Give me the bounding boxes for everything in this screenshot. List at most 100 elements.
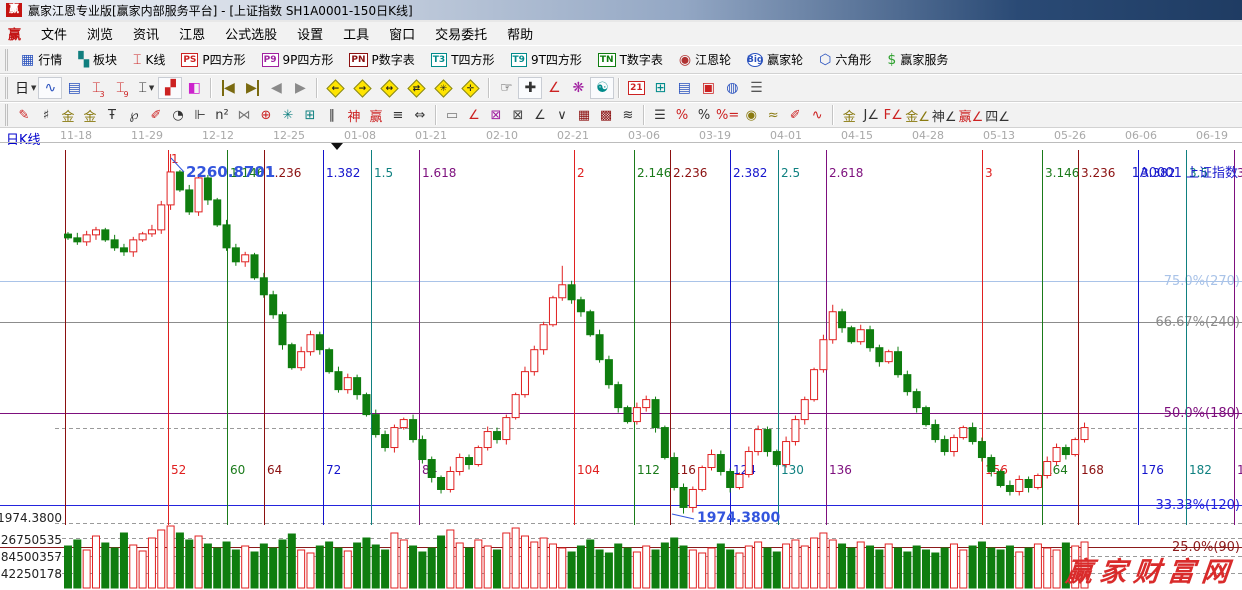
printer-button[interactable]: ☰ xyxy=(744,77,768,99)
gold-underline-tool[interactable]: 金 xyxy=(838,105,860,125)
p-square-button[interactable]: PSP四方形 xyxy=(173,51,253,68)
winner-wheel-button[interactable]: Big赢家轮 xyxy=(739,51,811,68)
gann-flower-button[interactable]: ❋ xyxy=(566,77,590,99)
toolbar-drag-handle[interactable] xyxy=(5,77,10,99)
t-square-button[interactable]: T3T四方形 xyxy=(423,51,503,68)
t9-square-button[interactable]: T99T四方形 xyxy=(503,51,590,68)
price-scale-tool[interactable]: ☰ xyxy=(649,105,671,125)
wave-range-tool[interactable]: ∿ xyxy=(806,105,828,125)
next-bar-button[interactable]: ▶ xyxy=(288,77,312,99)
angle-measure-button[interactable]: ∠ xyxy=(542,77,566,99)
last-bar-button[interactable]: ▶ xyxy=(240,77,264,99)
trend-curve-button[interactable]: ∿ xyxy=(38,77,62,99)
ruler-123-tool[interactable]: ≡ xyxy=(387,105,409,125)
first-bar-button[interactable]: ◀ xyxy=(216,77,240,99)
hexagon-button[interactable]: ⬡六角形 xyxy=(811,51,879,68)
calendar-button[interactable]: 21 xyxy=(624,77,648,99)
period-day-dropdown[interactable]: 日▼ xyxy=(13,77,38,99)
brush-measure-tool[interactable]: ✐ xyxy=(145,105,167,125)
prev-bar-button[interactable]: ◀ xyxy=(264,77,288,99)
sectors-button[interactable]: ▚板块 xyxy=(70,51,125,68)
kline-button[interactable]: ⌶K线 xyxy=(125,51,173,68)
win-tool[interactable]: 赢 xyxy=(365,105,387,125)
wave-tool-button[interactable]: ☯ xyxy=(590,77,614,99)
zoom-all-button[interactable]: ✳ xyxy=(430,77,457,99)
grid-tool[interactable]: ▦ xyxy=(573,105,595,125)
angle-lines-tool[interactable]: ∠ xyxy=(529,105,551,125)
menu-item-7[interactable]: 工具 xyxy=(333,22,379,45)
mirror-angle-tool[interactable]: ⋈ xyxy=(233,105,255,125)
f-ruler-tool[interactable]: Ŧ xyxy=(101,105,123,125)
target-circle-tool[interactable]: ⊕ xyxy=(255,105,277,125)
menu-item-6[interactable]: 设置 xyxy=(287,22,333,45)
chart-canvas[interactable]: 75.0%(270)66.67%(240)50.0%(180)33.33%(12… xyxy=(0,142,1242,590)
n-square-tool[interactable]: n² xyxy=(211,105,233,125)
shen-tool[interactable]: 神 xyxy=(343,105,365,125)
gold-ruler2-tool[interactable]: 金 xyxy=(79,105,101,125)
kline9-button[interactable]: ⌶9 xyxy=(110,77,134,99)
toolbar-drag-handle[interactable] xyxy=(5,49,10,71)
t-number-button[interactable]: TNT数字表 xyxy=(590,51,671,68)
square-web-tool[interactable]: ⊞ xyxy=(299,105,321,125)
menu-item-3[interactable]: 资讯 xyxy=(123,22,169,45)
notepad-button[interactable]: ▤ xyxy=(672,77,696,99)
gold-circle-tool[interactable]: ◉ xyxy=(740,105,762,125)
frame-tool[interactable]: ▭ xyxy=(441,105,463,125)
pattern-button[interactable]: ▞ xyxy=(158,77,182,99)
fan-box2-tool[interactable]: ⊠ xyxy=(507,105,529,125)
quotes-button[interactable]: ▦行情 xyxy=(13,51,70,68)
crosshair-tool-button[interactable]: ✚ xyxy=(518,77,542,99)
win-angle-tool[interactable]: 赢∠ xyxy=(958,105,985,125)
k-mark-tool[interactable]: ∥ xyxy=(321,105,343,125)
zoom-h-button[interactable]: ↔ xyxy=(376,77,403,99)
span-arrow-tool[interactable]: ⇔ xyxy=(409,105,431,125)
p-number-button[interactable]: PNP数字表 xyxy=(341,51,422,68)
shift-right-button[interactable]: → xyxy=(349,77,376,99)
volume-bar xyxy=(531,542,538,588)
comb-ruler-tool[interactable]: ♯ xyxy=(35,105,57,125)
v-lines-tool[interactable]: ∨ xyxy=(551,105,573,125)
time-circle-tool[interactable]: ◔ xyxy=(167,105,189,125)
save-button[interactable]: ▣ xyxy=(696,77,720,99)
shen-angle-tool[interactable]: 神∠ xyxy=(931,105,958,125)
menu-item-9[interactable]: 交易委托 xyxy=(425,22,497,45)
shift-left-button[interactable]: ← xyxy=(322,77,349,99)
toolbar-drag-handle[interactable] xyxy=(5,104,10,126)
menu-item-8[interactable]: 窗口 xyxy=(379,22,425,45)
calculator-button[interactable]: ⊞ xyxy=(648,77,672,99)
menu-item-10[interactable]: 帮助 xyxy=(497,22,543,45)
candle-style-dropdown[interactable]: ⌶▼ xyxy=(134,77,158,99)
four-angle-tool[interactable]: 四∠ xyxy=(984,105,1011,125)
j-angle-tool[interactable]: J∠ xyxy=(860,105,882,125)
spider-web-tool[interactable]: ✳ xyxy=(277,105,299,125)
gann-wheel-button[interactable]: ◉江恩轮 xyxy=(671,51,739,68)
menu-item-5[interactable]: 公式选股 xyxy=(215,22,287,45)
browser-button[interactable]: ◍ xyxy=(720,77,744,99)
detail-list-button[interactable]: ▤ xyxy=(62,77,86,99)
grid-arrow-tool[interactable]: ▩ xyxy=(595,105,617,125)
gold-angle-tool[interactable]: 金∠ xyxy=(904,105,931,125)
gold-split-tool[interactable]: ≈ xyxy=(762,105,784,125)
parallel-tool[interactable]: ≋ xyxy=(617,105,639,125)
pen-tool[interactable]: ✎ xyxy=(13,105,35,125)
menu-item-1[interactable]: 文件 xyxy=(31,22,77,45)
percent-range-tool[interactable]: % xyxy=(671,105,693,125)
hand-tool-button[interactable]: ☞ xyxy=(494,77,518,99)
menu-item-4[interactable]: 江恩 xyxy=(169,22,215,45)
spiral-tool[interactable]: ℘ xyxy=(123,105,145,125)
p9-square-button[interactable]: P99P四方形 xyxy=(254,51,342,68)
service-button[interactable]: $赢家服务 xyxy=(879,51,956,68)
f-angle-tool[interactable]: F∠ xyxy=(882,105,904,125)
kline3-button[interactable]: ⌶3 xyxy=(86,77,110,99)
fan-box-tool[interactable]: ⊠ xyxy=(485,105,507,125)
ink-brush-tool[interactable]: ✐ xyxy=(784,105,806,125)
percent-line-tool[interactable]: %= xyxy=(715,105,740,125)
menu-item-2[interactable]: 浏览 xyxy=(77,22,123,45)
percent-tool[interactable]: % xyxy=(693,105,715,125)
volume-profile-button[interactable]: ◧ xyxy=(182,77,206,99)
tick-ruler-tool[interactable]: ⊩ xyxy=(189,105,211,125)
ray-fan-tool[interactable]: ∠ xyxy=(463,105,485,125)
zoom-swap-button[interactable]: ⇄ xyxy=(403,77,430,99)
zoom-expand-button[interactable]: ✛ xyxy=(457,77,484,99)
gold-ruler-tool[interactable]: 金 xyxy=(57,105,79,125)
